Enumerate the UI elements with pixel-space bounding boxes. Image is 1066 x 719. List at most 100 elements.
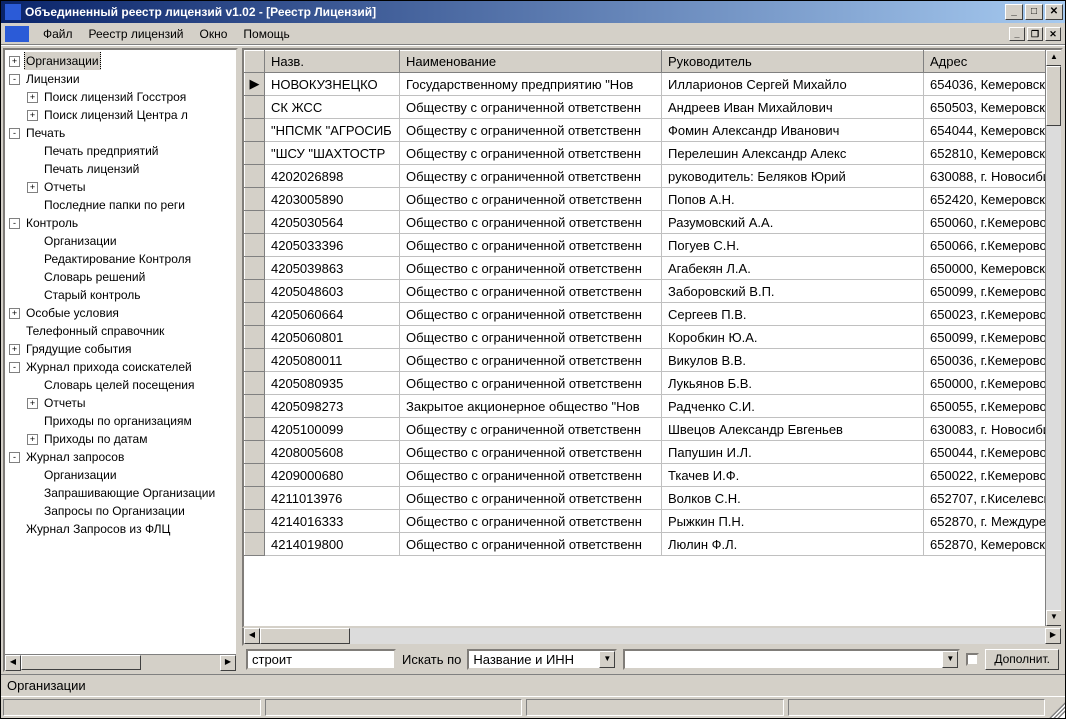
grid-vscrollbar[interactable]: ▲ ▼: [1045, 50, 1061, 626]
column-header[interactable]: Адрес: [924, 51, 1046, 73]
grid-table[interactable]: Назв.НаименованиеРуководительАдрес ▶ НОВ…: [244, 50, 1045, 556]
grid-vscroll-thumb[interactable]: [1046, 66, 1061, 126]
tree-item[interactable]: Запросы по Организации: [5, 502, 236, 520]
tree-item[interactable]: +Организации: [5, 52, 236, 70]
tree-hscrollbar[interactable]: ◀ ▶: [5, 654, 236, 670]
search-by-combo[interactable]: Название и ИНН ▼: [467, 649, 617, 670]
grid-hscrollbar[interactable]: ◀ ▶: [242, 628, 1063, 646]
table-row[interactable]: 4205080011Общество с ограниченной ответс…: [245, 349, 1046, 372]
tree-item[interactable]: +Особые условия: [5, 304, 236, 322]
tree-item[interactable]: -Журнал запросов: [5, 448, 236, 466]
table-row[interactable]: "ШСУ "ШАХТОСТРОбществу с ограниченной от…: [245, 142, 1046, 165]
tree-item[interactable]: -Журнал прихода соискателей: [5, 358, 236, 376]
scroll-up-icon[interactable]: ▲: [1046, 50, 1062, 66]
tree-item[interactable]: Редактирование Контроля: [5, 250, 236, 268]
tree-item[interactable]: Телефонный справочник: [5, 322, 236, 340]
menu-file[interactable]: Файл: [35, 25, 81, 43]
mdi-restore-button[interactable]: ❐: [1027, 27, 1043, 41]
expand-icon[interactable]: +: [27, 92, 38, 103]
menu-registry[interactable]: Реестр лицензий: [81, 25, 192, 43]
table-row[interactable]: 4203005890Общество с ограниченной ответс…: [245, 188, 1046, 211]
grid-hscroll-thumb[interactable]: [260, 628, 350, 644]
scroll-down-icon[interactable]: ▼: [1046, 610, 1062, 626]
mdi-minimize-button[interactable]: _: [1009, 27, 1025, 41]
search-checkbox[interactable]: [966, 653, 979, 666]
tree-item[interactable]: +Отчеты: [5, 394, 236, 412]
tree-item[interactable]: Старый контроль: [5, 286, 236, 304]
tree-item[interactable]: Приходы по организациям: [5, 412, 236, 430]
grid-scroll-left-icon[interactable]: ◀: [244, 628, 260, 644]
tree-item[interactable]: +Приходы по датам: [5, 430, 236, 448]
expand-icon[interactable]: +: [9, 56, 20, 67]
search-extra-button[interactable]: Дополнит.: [985, 649, 1059, 670]
menu-window[interactable]: Окно: [192, 25, 236, 43]
tree-item[interactable]: +Отчеты: [5, 178, 236, 196]
chevron-down-icon[interactable]: ▼: [599, 651, 615, 668]
close-button[interactable]: ✕: [1045, 4, 1063, 20]
collapse-icon[interactable]: -: [9, 128, 20, 139]
table-row[interactable]: СК ЖССОбществу с ограниченной ответствен…: [245, 96, 1046, 119]
column-header[interactable]: Назв.: [265, 51, 400, 73]
table-row[interactable]: 4205060801Общество с ограниченной ответс…: [245, 326, 1046, 349]
grid-scroll-right-icon[interactable]: ▶: [1045, 628, 1061, 644]
maximize-button[interactable]: □: [1025, 4, 1043, 20]
table-row[interactable]: 4205048603Общество с ограниченной ответс…: [245, 280, 1046, 303]
tree-item[interactable]: Последние папки по реги: [5, 196, 236, 214]
tree-item[interactable]: -Лицензии: [5, 70, 236, 88]
menu-help[interactable]: Помощь: [235, 25, 297, 43]
expand-icon[interactable]: +: [27, 398, 38, 409]
column-header[interactable]: Руководитель: [662, 51, 924, 73]
tree-item[interactable]: Организации: [5, 466, 236, 484]
table-row[interactable]: 4202026898Обществу с ограниченной ответс…: [245, 165, 1046, 188]
tree-hscroll-thumb[interactable]: [21, 655, 141, 670]
table-row[interactable]: "НПСМК "АГРОСИБОбществу с ограниченной о…: [245, 119, 1046, 142]
table-row[interactable]: 4211013976Общество с ограниченной ответс…: [245, 487, 1046, 510]
cell: 650036, г.Кемерово, ул.Т: [924, 349, 1046, 372]
table-row[interactable]: 4205039863Общество с ограниченной ответс…: [245, 257, 1046, 280]
scroll-left-icon[interactable]: ◀: [5, 655, 21, 671]
mdi-close-button[interactable]: ✕: [1045, 27, 1061, 41]
minimize-button[interactable]: _: [1005, 4, 1023, 20]
expand-icon[interactable]: +: [27, 182, 38, 193]
tree-item[interactable]: Журнал Запросов из ФЛЦ: [5, 520, 236, 538]
expand-icon[interactable]: +: [9, 344, 20, 355]
tree-item[interactable]: Печать лицензий: [5, 160, 236, 178]
table-row[interactable]: 4214019800Общество с ограниченной ответс…: [245, 533, 1046, 556]
expand-icon[interactable]: +: [27, 110, 38, 121]
column-header[interactable]: Наименование: [400, 51, 662, 73]
nav-tree-list[interactable]: +Организации-Лицензии+Поиск лицензий Гос…: [5, 50, 236, 654]
collapse-icon[interactable]: -: [9, 74, 20, 85]
tree-item[interactable]: Запрашивающие Организации: [5, 484, 236, 502]
table-row[interactable]: 4205030564Общество с ограниченной ответс…: [245, 211, 1046, 234]
tree-item[interactable]: Словарь целей посещения: [5, 376, 236, 394]
resize-grip-icon[interactable]: [1047, 697, 1065, 718]
table-row[interactable]: ▶ НОВОКУЗНЕЦКОГосударственному предприят…: [245, 73, 1046, 96]
table-row[interactable]: 4205098273Закрытое акционерное общество …: [245, 395, 1046, 418]
table-row[interactable]: 4205100099Обществу с ограниченной ответс…: [245, 418, 1046, 441]
collapse-icon[interactable]: -: [9, 218, 20, 229]
tree-item[interactable]: -Печать: [5, 124, 236, 142]
collapse-icon[interactable]: -: [9, 452, 20, 463]
table-row[interactable]: 4205060664Общество с ограниченной ответс…: [245, 303, 1046, 326]
table-row[interactable]: 4205033396Общество с ограниченной ответс…: [245, 234, 1046, 257]
expand-icon[interactable]: +: [27, 434, 38, 445]
search-input[interactable]: [246, 649, 396, 670]
table-row[interactable]: 4209000680Общество с ограниченной ответс…: [245, 464, 1046, 487]
tree-item[interactable]: Печать предприятий: [5, 142, 236, 160]
table-row[interactable]: 4214016333Общество с ограниченной ответс…: [245, 510, 1046, 533]
table-row[interactable]: 4208005608Общество с ограниченной ответс…: [245, 441, 1046, 464]
tree-item[interactable]: +Поиск лицензий Госстроя: [5, 88, 236, 106]
tree-item[interactable]: +Грядущие события: [5, 340, 236, 358]
scroll-right-icon[interactable]: ▶: [220, 655, 236, 671]
search-extra-combo[interactable]: ▼: [623, 649, 960, 670]
tree-item[interactable]: +Поиск лицензий Центра л: [5, 106, 236, 124]
tree-item[interactable]: -Контроль: [5, 214, 236, 232]
expand-icon[interactable]: +: [9, 308, 20, 319]
table-row[interactable]: 4205080935Общество с ограниченной ответс…: [245, 372, 1046, 395]
tree-item[interactable]: Организации: [5, 232, 236, 250]
tree-item[interactable]: Словарь решений: [5, 268, 236, 286]
collapse-icon[interactable]: -: [9, 362, 20, 373]
cell: 630088, г. Новосибирск,: [924, 165, 1046, 188]
chevron-down-icon[interactable]: ▼: [942, 651, 958, 668]
cell: Обществу с ограниченной ответственн: [400, 142, 662, 165]
